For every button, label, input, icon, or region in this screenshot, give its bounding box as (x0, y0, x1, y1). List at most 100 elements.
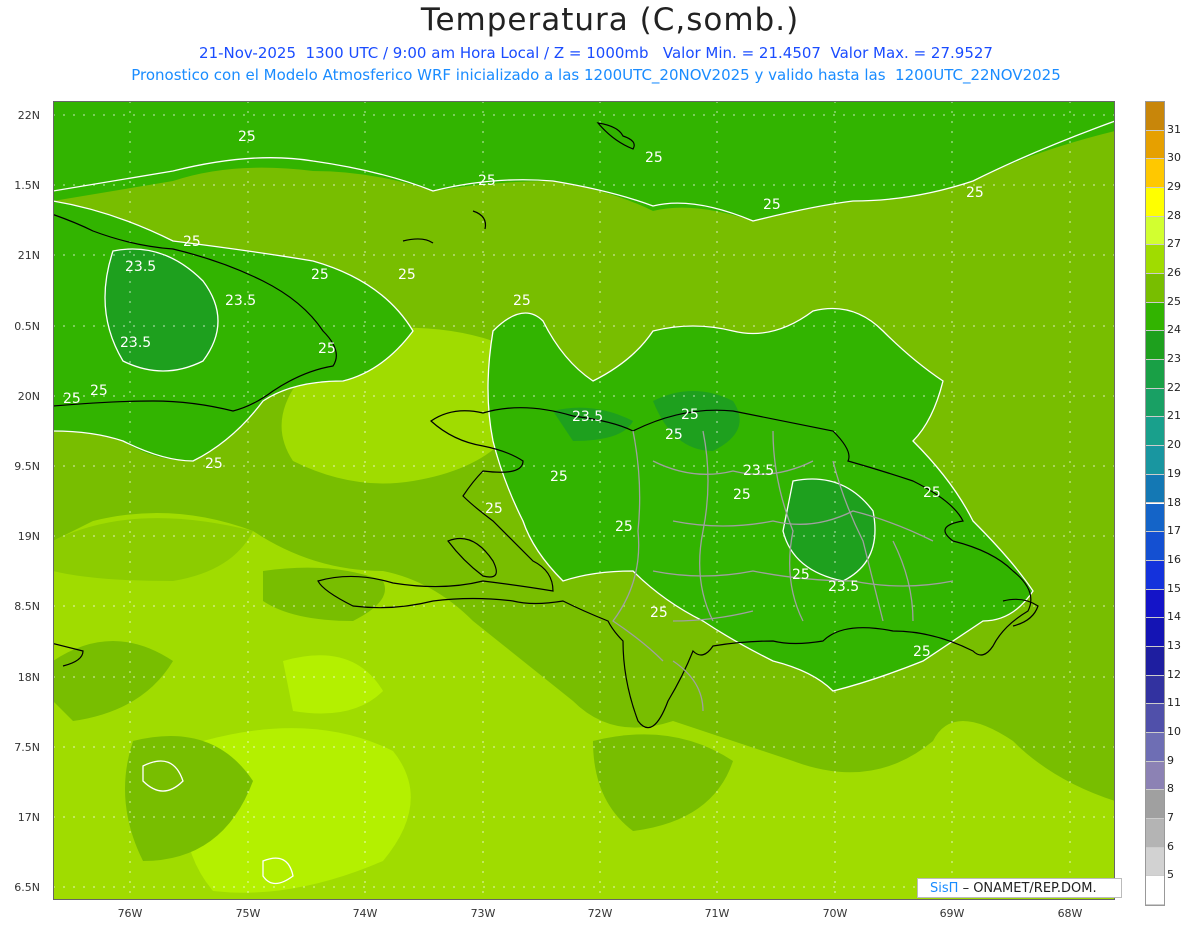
color-legend-label: 17 (1167, 524, 1181, 538)
lat-label: 1.5N (14, 179, 40, 192)
contour-label: 23.5 (743, 463, 774, 479)
color-legend-swatch (1146, 675, 1164, 705)
color-legend-swatch (1146, 818, 1164, 848)
lat-label: 21N (17, 249, 40, 262)
color-legend-label: 20 (1167, 438, 1181, 452)
lat-label: 9.5N (14, 460, 40, 473)
color-legend-label: 15 (1167, 581, 1181, 595)
lon-label: 72W (587, 907, 613, 920)
lon-label: 68W (1057, 907, 1083, 920)
lat-label: 17N (17, 811, 40, 824)
contour-label: 23.5 (828, 579, 859, 595)
lon-label: 76W (117, 907, 143, 920)
contour-label: 25 (398, 267, 416, 283)
lat-label: 0.5N (14, 320, 40, 333)
contour-label: 25 (513, 293, 531, 309)
color-legend-swatch (1146, 704, 1164, 733)
credit-box: SisΠ – ONAMET/REP.DOM. (917, 878, 1122, 898)
lon-label: 70W (822, 907, 848, 920)
color-legend-swatch (1146, 589, 1164, 619)
contour-label: 25 (183, 234, 201, 250)
lat-label: 6.5N (14, 881, 40, 894)
color-legend-label: 16 (1167, 552, 1181, 566)
contour-label: 25 (792, 567, 810, 583)
lat-label: 19N (17, 530, 40, 543)
contour-label: 25 (665, 427, 683, 443)
color-legend-label: 18 (1167, 495, 1181, 509)
contour-label: 25 (615, 519, 633, 535)
color-legend-swatch (1146, 159, 1164, 189)
contour-label: 23.5 (572, 409, 603, 425)
map-subtitle-model: Pronostico con el Modelo Atmosferico WRF… (131, 66, 1061, 84)
contour-label: 25 (550, 469, 568, 485)
contour-label: 25 (923, 485, 941, 501)
color-legend-label: 24 (1167, 323, 1181, 337)
contour-label: 25 (478, 173, 496, 189)
color-legend-label: 10 (1167, 724, 1181, 738)
lon-label: 69W (939, 907, 965, 920)
color-legend-label: 9 (1167, 753, 1174, 767)
color-legend-swatch (1146, 102, 1164, 131)
contour-label: 23.5 (120, 335, 151, 351)
color-legend-swatch (1146, 188, 1164, 217)
color-legend-swatch (1146, 245, 1164, 275)
contour-label: 25 (966, 185, 984, 201)
color-legend-label: 26 (1167, 266, 1181, 280)
color-legend-swatch (1146, 560, 1164, 590)
contour-label: 25 (645, 150, 663, 166)
color-legend-swatch (1146, 618, 1164, 647)
contour-label: 25 (733, 487, 751, 503)
color-legend-label: 7 (1167, 810, 1174, 824)
color-legend-label: 29 (1167, 180, 1181, 194)
lat-label: 20N (17, 390, 40, 403)
color-legend-swatch (1146, 646, 1164, 676)
color-legend-swatch (1146, 876, 1164, 905)
color-legend-label: 11 (1167, 696, 1181, 710)
color-legend-label: 30 (1167, 151, 1181, 165)
lon-label: 73W (470, 907, 496, 920)
map-subtitle-time: 21-Nov-2025 1300 UTC / 9:00 am Hora Loca… (199, 44, 993, 62)
credit-onamet: – ONAMET/REP.DOM. (962, 881, 1097, 896)
lon-label: 71W (704, 907, 730, 920)
contour-label: 25 (763, 197, 781, 213)
color-legend-label: 23 (1167, 352, 1181, 366)
lat-label: 7.5N (14, 741, 40, 754)
color-legend-swatch (1146, 790, 1164, 819)
color-legend-label: 14 (1167, 610, 1181, 624)
contour-label: 25 (63, 391, 81, 407)
contour-label: 25 (311, 267, 329, 283)
contour-label: 25 (913, 644, 931, 660)
color-legend-label: 19 (1167, 466, 1181, 480)
color-legend-swatch (1146, 732, 1164, 762)
color-legend-label: 12 (1167, 667, 1181, 681)
contour-label: 25 (485, 501, 503, 517)
contour-label: 25 (205, 456, 223, 472)
contour-label: 25 (238, 129, 256, 145)
lon-label: 74W (352, 907, 378, 920)
color-legend-swatch (1146, 360, 1164, 389)
color-legend-swatch (1146, 130, 1164, 160)
lat-label: 8.5N (14, 600, 40, 613)
color-legend-swatch (1146, 761, 1164, 791)
color-legend-label: 21 (1167, 409, 1181, 423)
color-legend-swatch (1146, 503, 1164, 533)
lon-label: 75W (235, 907, 261, 920)
color-legend-swatch (1146, 331, 1164, 361)
temperature-map[interactable]: 25 23.5 25 25 25 23.5 25 25 25 25 23.5 2… (53, 101, 1115, 900)
color-legend-swatch (1146, 532, 1164, 561)
color-legend-label: 25 (1167, 294, 1181, 308)
color-legend-swatch (1146, 474, 1164, 504)
contour-label: 23.5 (125, 259, 156, 275)
contour-label: 25 (681, 407, 699, 423)
color-legend-label: 27 (1167, 237, 1181, 251)
color-legend-label: 6 (1167, 839, 1174, 853)
credit-sis: SisΠ (930, 881, 959, 896)
color-legend-swatch (1146, 847, 1164, 877)
temperature-field: 25 23.5 25 25 25 23.5 25 25 25 25 23.5 2… (53, 101, 1115, 900)
color-legend-label: 22 (1167, 380, 1181, 394)
contour-label: 25 (650, 605, 668, 621)
color-legend-swatch (1146, 302, 1164, 332)
color-legend-swatch (1146, 388, 1164, 418)
contour-label: 23.5 (225, 293, 256, 309)
map-title: Temperatura (C,somb.) (420, 2, 800, 38)
